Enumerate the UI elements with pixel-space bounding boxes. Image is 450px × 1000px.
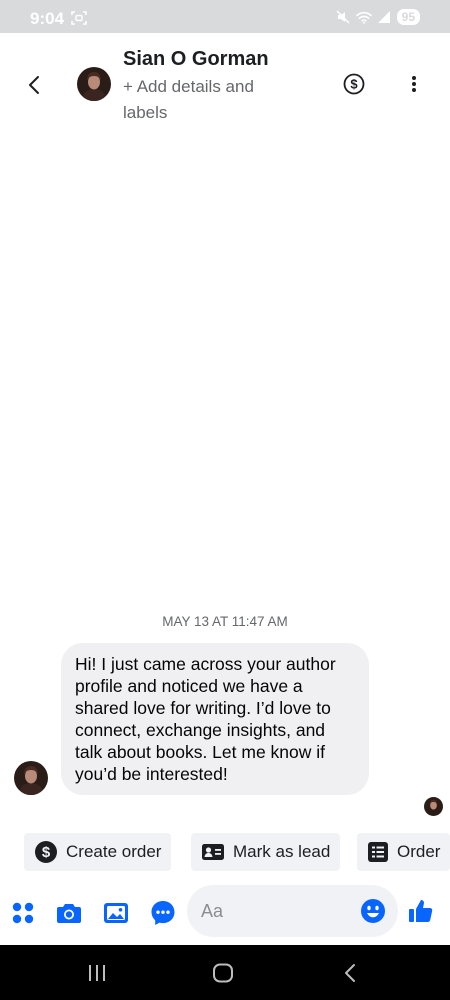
messenger-icon: [151, 901, 175, 925]
mute-icon: [336, 10, 350, 24]
contact-name[interactable]: Sian O Gorman: [123, 48, 269, 71]
message-composer: [0, 884, 450, 940]
camera-icon: [57, 904, 81, 923]
seen-indicator-avatar: [424, 797, 443, 816]
back-button[interactable]: [20, 71, 48, 99]
dollar-circle-icon: $: [343, 73, 365, 95]
more-vertical-icon: [412, 76, 416, 92]
battery-level: 95: [396, 9, 420, 25]
sender-avatar[interactable]: [14, 761, 48, 795]
camera-button[interactable]: [56, 900, 82, 926]
apps-button[interactable]: [10, 900, 36, 926]
screenshot-icon: [71, 11, 87, 25]
message-bubble[interactable]: Hi! I just came across your author profi…: [61, 643, 369, 795]
order-label: Order: [397, 842, 441, 861]
thumbs-up-icon: [409, 900, 433, 922]
wifi-icon: [355, 11, 372, 24]
message-input-container[interactable]: [187, 885, 398, 937]
status-time: 9:04: [30, 9, 65, 28]
gallery-button[interactable]: [103, 900, 129, 926]
signal-icon: [377, 11, 390, 23]
home-button[interactable]: [210, 960, 236, 986]
contact-card-icon: [202, 844, 224, 860]
svg-text:$: $: [350, 77, 358, 92]
create-order-button[interactable]: $ Create order: [24, 833, 172, 871]
status-bar: 9:04 95: [0, 0, 450, 33]
quick-actions-bar: $ Create order Mark as lead Order: [0, 833, 450, 871]
apps-grid-icon: [12, 902, 34, 924]
svg-text:$: $: [42, 844, 51, 861]
list-document-icon: [368, 842, 388, 862]
messenger-button[interactable]: [150, 900, 176, 926]
more-options-button[interactable]: [404, 72, 424, 96]
recent-apps-button[interactable]: [84, 960, 110, 986]
mark-as-lead-label: Mark as lead: [233, 842, 331, 861]
recent-apps-icon: [89, 965, 105, 981]
chevron-left-icon: [29, 76, 39, 94]
emoji-button[interactable]: [360, 898, 386, 924]
home-icon: [213, 963, 233, 983]
order-button[interactable]: Order: [357, 833, 450, 871]
back-arrow-icon: [345, 964, 355, 982]
like-button[interactable]: [407, 897, 435, 925]
create-order-label: Create order: [66, 842, 162, 861]
add-details-link[interactable]: + Add details and labels: [123, 74, 303, 126]
payments-button[interactable]: $: [342, 72, 366, 96]
message-timestamp: MAY 13 AT 11:47 AM: [162, 614, 288, 629]
mark-as-lead-button[interactable]: Mark as lead: [191, 833, 341, 871]
message-input[interactable]: [201, 899, 351, 923]
system-back-button[interactable]: [337, 960, 363, 986]
contact-avatar[interactable]: [77, 67, 111, 101]
dollar-circle-icon: $: [35, 841, 57, 863]
status-indicators: 95: [336, 9, 420, 25]
system-navigation-bar: [0, 945, 450, 1000]
conversation-header: Sian O Gorman + Add details and labels $: [0, 33, 450, 133]
emoji-icon: [361, 899, 385, 923]
gallery-icon: [104, 903, 128, 923]
